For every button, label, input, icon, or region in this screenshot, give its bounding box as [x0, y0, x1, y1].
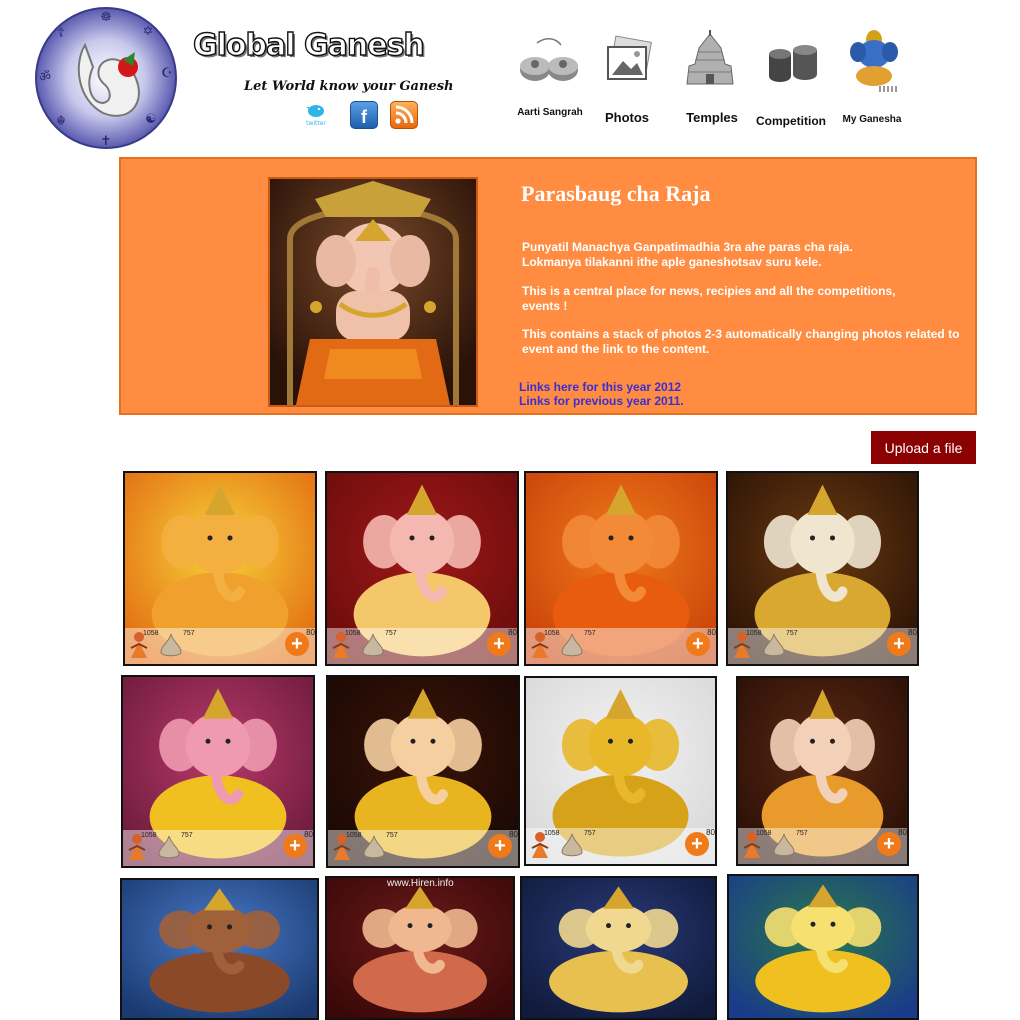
gallery-photo-tile[interactable]: 1058 757 + 80 — [325, 471, 519, 666]
facebook-icon[interactable]: f — [350, 101, 378, 129]
rating-percent: 80 — [707, 628, 716, 637]
site-title: Global Ganesh — [192, 27, 425, 63]
rating-percent: 80 — [908, 628, 917, 637]
svg-text:f: f — [361, 107, 368, 127]
modak-icon[interactable] — [360, 834, 388, 862]
nav-photos[interactable]: Photos — [595, 30, 660, 130]
gallery-photo-tile[interactable]: 1058 757 + 80 — [524, 676, 717, 866]
nav-label: My Ganesha — [842, 114, 902, 125]
like-count: 757 — [386, 832, 398, 839]
rating-percent: 80 — [304, 830, 313, 839]
like-count: 757 — [181, 832, 193, 839]
svg-text:✡: ✡ — [143, 24, 154, 39]
ganesha-icon — [850, 30, 898, 92]
like-count: 757 — [786, 630, 798, 637]
upload-file-button[interactable]: Upload a file — [871, 431, 976, 464]
gallery-photo-tile[interactable] — [120, 878, 319, 1020]
gallery-photo-tile[interactable]: 1058 757 + 80 — [524, 471, 718, 666]
banner-paragraph-1-line-2: Lokmanya tilakanni ithe aple ganeshotsav… — [522, 255, 822, 269]
photos-icon — [607, 35, 652, 80]
photo-rating-bar: 1058 757 + 80 — [327, 628, 517, 664]
nav-temples[interactable]: Temples — [675, 28, 750, 133]
rating-percent: 80 — [508, 628, 517, 637]
svg-text:twitter: twitter — [306, 120, 326, 127]
gallery-photo-tile[interactable]: 1058 757 + 80 — [121, 675, 315, 868]
photo-rating-bar: 1058 757 + 80 — [728, 628, 917, 664]
featured-ganesha-photo[interactable] — [268, 177, 478, 407]
photo-rating-bar: 1058 757 + 80 — [123, 830, 313, 866]
photo-rating-bar: 1058 757 + 80 — [526, 628, 716, 664]
svg-text:☦: ☦ — [57, 26, 65, 41]
twitter-icon[interactable]: twitter — [303, 101, 329, 127]
banner-paragraph-3: This contains a stack of photos 2-3 auto… — [522, 327, 960, 356]
modak-icon[interactable] — [359, 632, 387, 660]
svg-text:☬: ☬ — [56, 114, 65, 129]
banner-paragraph-1-line-1: Punyatil Manachya Ganpatimadhia 3ra ahe … — [522, 240, 853, 254]
nav-competition[interactable]: Competition — [755, 30, 830, 130]
rss-icon[interactable] — [390, 101, 418, 129]
rating-percent: 80 — [306, 628, 315, 637]
ganesha-photo — [522, 878, 715, 1018]
modak-icon[interactable] — [155, 834, 183, 862]
svg-text:☪: ☪ — [161, 66, 173, 81]
like-count: 757 — [385, 630, 397, 637]
photo-rating-bar: 1058 757 + 80 — [738, 828, 907, 864]
modak-icon[interactable] — [770, 832, 798, 860]
ganesha-photo — [729, 876, 917, 1018]
modak-icon[interactable] — [760, 632, 788, 660]
modak-icon[interactable] — [558, 832, 586, 860]
nav-my-ganesha[interactable]: My Ganesha — [838, 28, 908, 133]
ganesha-photo — [122, 880, 317, 1018]
temple-icon — [686, 30, 734, 85]
svg-text:☸: ☸ — [100, 10, 112, 25]
photo-rating-bar: 1058 757 + 80 — [125, 628, 315, 664]
gallery-photo-tile[interactable] — [520, 876, 717, 1020]
modak-icon[interactable] — [157, 632, 185, 660]
rating-percent: 80 — [706, 828, 715, 837]
gallery-photo-tile[interactable] — [727, 874, 919, 1020]
like-count: 757 — [584, 830, 596, 837]
photo-rating-bar: 1058 757 + 80 — [328, 830, 518, 866]
site-tagline: Let World know your Ganesh — [244, 79, 454, 94]
svg-text:ॐ: ॐ — [39, 70, 51, 85]
like-count: 757 — [183, 630, 195, 637]
drums-icon — [769, 45, 817, 82]
modak-icon[interactable] — [558, 632, 586, 660]
banner-title: Parasbaug cha Raja — [521, 181, 711, 206]
gallery-photo-tile[interactable]: www.Hiren.info — [325, 876, 515, 1020]
cymbals-icon — [520, 38, 578, 81]
svg-text:✝: ✝ — [101, 134, 112, 149]
link-this-year[interactable]: Links here for this year 2012 — [519, 380, 681, 394]
gallery-photo-tile[interactable]: 1058 757 + 80 — [123, 471, 317, 666]
ganesha-photo — [327, 878, 513, 1018]
gallery-photo-tile[interactable]: 1058 757 + 80 — [326, 675, 520, 868]
site-logo[interactable]: ☸ ✡ ☪ ☯ ✝ ☬ ॐ ☦ — [33, 5, 179, 151]
rating-percent: 80 — [898, 828, 907, 837]
link-previous-year[interactable]: Links for previous year 2011. — [519, 394, 684, 408]
svg-text:☯: ☯ — [145, 112, 157, 127]
photo-rating-bar: 1058 757 + 80 — [526, 828, 715, 864]
like-count: 757 — [584, 630, 596, 637]
like-count: 757 — [796, 830, 808, 837]
gallery-photo-tile[interactable]: 1058 757 + 80 — [726, 471, 919, 666]
watermark-text: www.Hiren.info — [387, 878, 454, 889]
gallery-photo-tile[interactable]: 1058 757 + 80 — [736, 676, 909, 866]
banner-paragraph-2: This is a central place for news, recipi… — [522, 284, 896, 313]
rating-percent: 80 — [509, 830, 518, 839]
